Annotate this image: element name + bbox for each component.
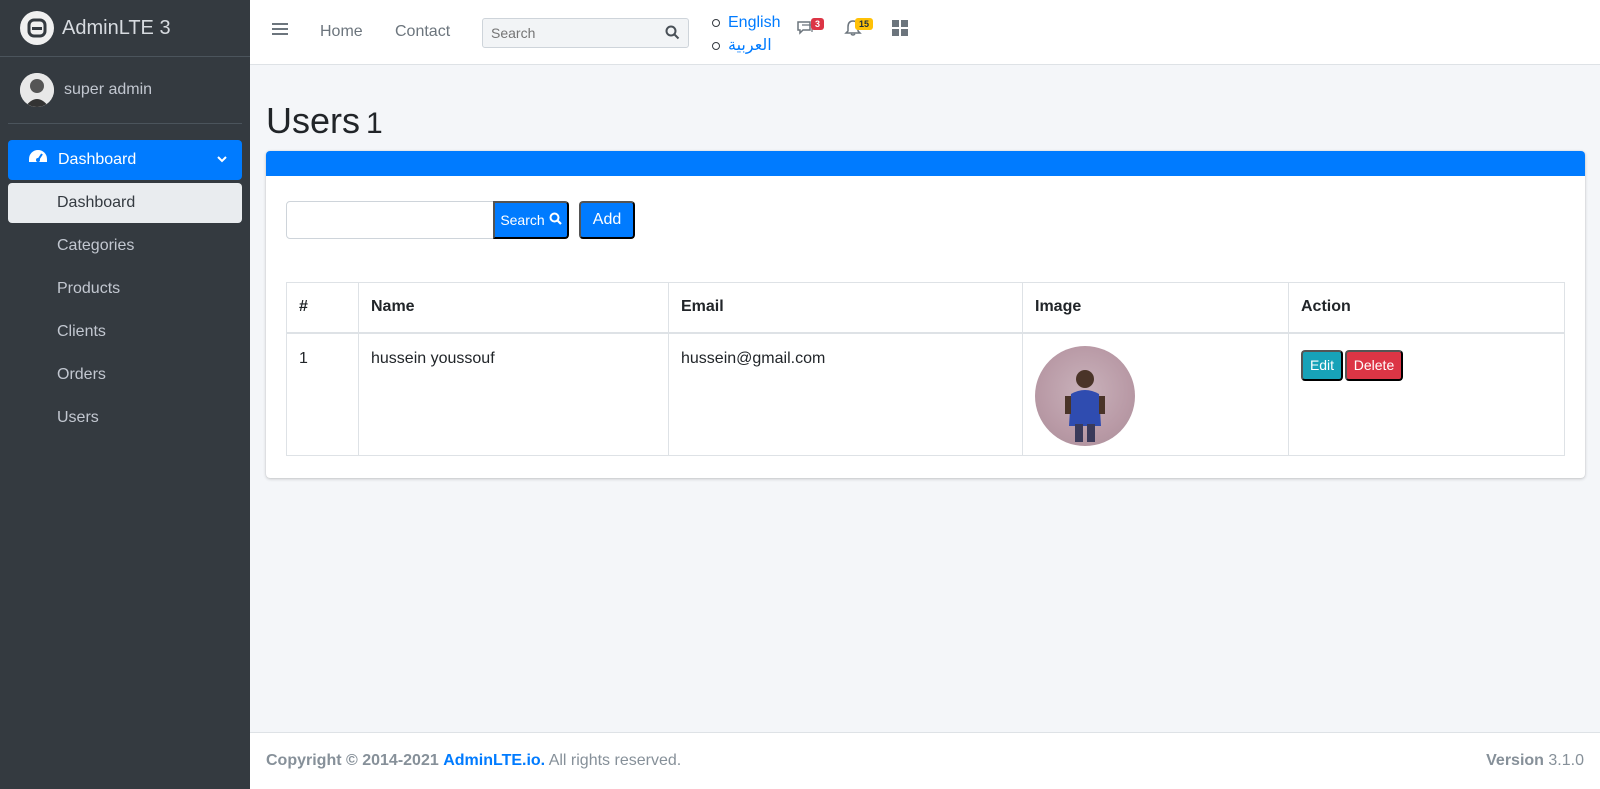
user-panel[interactable]: super admin (8, 57, 242, 124)
top-navbar: Home Contact English العربية 3 15 (250, 0, 1600, 65)
main-footer: Copyright © 2014-2021 AdminLTE.io. All r… (250, 732, 1600, 789)
sidebar-item-clients[interactable]: Clients (8, 312, 242, 352)
sidebar-item-users[interactable]: Users (8, 398, 242, 438)
notifications-badge: 15 (855, 18, 874, 30)
add-user-button[interactable]: Add (579, 201, 635, 239)
sidebar-item-label: Products (57, 280, 121, 297)
search-icon[interactable] (665, 25, 680, 45)
language-list: English العربية (710, 11, 780, 57)
main-sidebar: AdminLTE 3 super admin Dashboard Dashboa… (0, 0, 250, 789)
chevron-down-icon (216, 152, 228, 170)
language-english-link[interactable]: English (710, 11, 780, 34)
cell-action: Edit Delete (1288, 332, 1565, 456)
page-title: Users 1 (266, 100, 383, 142)
search-icon (549, 212, 562, 228)
col-header-action: Action (1288, 282, 1565, 334)
footer-copyright: Copyright © 2014-2021 AdminLTE.io. All r… (266, 752, 681, 770)
sidebar-menu-label: Dashboard (58, 151, 137, 168)
cell-image (1022, 332, 1289, 456)
avatar (20, 73, 54, 107)
col-header-name: Name (358, 282, 669, 334)
search-button[interactable]: Search (493, 201, 569, 239)
user-name: super admin (64, 81, 153, 98)
sidebar-item-dashboard-menu[interactable]: Dashboard (8, 140, 242, 180)
language-arabic-link[interactable]: العربية (710, 34, 780, 57)
version-number: 3.1.0 (1548, 752, 1584, 769)
sidebar-item-label: Categories (57, 237, 135, 254)
nav-home-link[interactable]: Home (320, 23, 363, 41)
users-table: # Name Email Image Action 1 hussein yous… (286, 282, 1565, 456)
col-header-image: Image (1022, 282, 1289, 334)
delete-button[interactable]: Delete (1345, 349, 1403, 381)
nav-contact-link[interactable]: Contact (395, 23, 450, 41)
grid-icon[interactable] (892, 20, 908, 41)
sidebar-item-label: Users (57, 409, 99, 426)
menu-toggle-icon[interactable] (272, 22, 288, 41)
adminlte-logo-icon (20, 11, 54, 45)
version-label: Version (1486, 752, 1544, 769)
card-header (266, 151, 1585, 176)
sidebar-item-orders[interactable]: Orders (8, 355, 242, 395)
users-search-input[interactable] (286, 201, 494, 239)
col-header-email: Email (668, 282, 1023, 334)
footer-brand-link[interactable]: AdminLTE.io. (443, 752, 545, 769)
messages-badge: 3 (811, 18, 825, 30)
table-row: 1 hussein youssouf hussein@gmail.com Edi… (286, 332, 1565, 456)
search-button-label: Search (500, 212, 545, 228)
col-header-id: # (286, 282, 359, 334)
copyright-text: Copyright © 2014-2021 (266, 752, 439, 769)
sidebar-item-products[interactable]: Products (8, 269, 242, 309)
sidebar-item-categories[interactable]: Categories (8, 226, 242, 266)
navbar-search-input[interactable] (483, 19, 653, 47)
navbar-search (482, 18, 689, 48)
sidebar-item-label: Dashboard (57, 194, 136, 211)
user-count: 1 (366, 107, 383, 140)
sidebar-item-label: Clients (57, 323, 106, 340)
sidebar-item-dashboard[interactable]: Dashboard (8, 183, 242, 223)
table-header-row: # Name Email Image Action (286, 282, 1565, 334)
sidebar-item-label: Orders (57, 366, 106, 383)
cell-id: 1 (286, 332, 359, 456)
footer-version: Version 3.1.0 (1486, 752, 1584, 770)
cell-email: hussein@gmail.com (668, 332, 1023, 456)
edit-button[interactable]: Edit (1301, 349, 1343, 381)
brand-link[interactable]: AdminLTE 3 (0, 0, 250, 57)
cell-name: hussein youssouf (358, 332, 669, 456)
user-photo (1035, 345, 1135, 446)
tachometer-icon (28, 149, 48, 172)
rights-text: All rights reserved. (548, 752, 682, 769)
page-title-text: Users (266, 100, 361, 141)
users-card: Search Add # Name Email Image Action 1 h… (266, 151, 1585, 478)
sidebar-nav: Dashboard Dashboard Categories Products … (0, 140, 250, 438)
brand-text: AdminLTE 3 (62, 16, 171, 39)
